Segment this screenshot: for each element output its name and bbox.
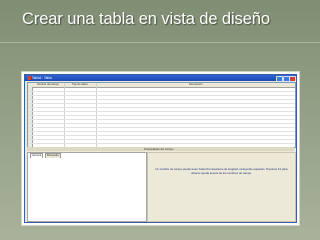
table-row[interactable] bbox=[28, 123, 295, 124]
table-row[interactable] bbox=[28, 107, 295, 108]
table-row[interactable] bbox=[28, 127, 295, 128]
screenshot-frame: Tabla1 : Tabla Nombre del campo Tipo de … bbox=[21, 71, 300, 226]
slide-title: Crear una tabla en vista de diseño bbox=[22, 10, 270, 28]
row-selector-column[interactable] bbox=[28, 87, 33, 147]
table-row[interactable] bbox=[28, 91, 295, 92]
table-row[interactable] bbox=[28, 99, 295, 100]
window-titlebar[interactable]: Tabla1 : Tabla bbox=[25, 75, 296, 82]
table-design-window: Tabla1 : Tabla Nombre del campo Tipo de … bbox=[24, 74, 297, 223]
field-grid[interactable]: Nombre del campo Tipo de datos Descripci… bbox=[27, 82, 296, 148]
window-title: Tabla1 : Tabla bbox=[32, 76, 52, 80]
column-header-description[interactable]: Descripción bbox=[189, 83, 203, 87]
table-row[interactable] bbox=[28, 143, 295, 144]
table-row[interactable] bbox=[28, 103, 295, 104]
table-icon bbox=[26, 76, 31, 80]
tab-lookup[interactable]: Búsqueda bbox=[45, 153, 61, 158]
field-properties-panel: General Búsqueda bbox=[27, 152, 147, 222]
help-text: Un nombre de campo puede tener hasta 64 … bbox=[155, 167, 288, 175]
title-divider bbox=[0, 42, 320, 43]
tab-general[interactable]: General bbox=[30, 153, 44, 158]
table-row[interactable] bbox=[28, 119, 295, 120]
table-row[interactable] bbox=[28, 139, 295, 140]
table-row[interactable] bbox=[28, 115, 295, 116]
field-properties-header: Propiedades del campo bbox=[27, 147, 294, 151]
field-properties-label: Propiedades del campo bbox=[144, 147, 174, 151]
column-header-data-type[interactable]: Tipo de datos bbox=[72, 83, 88, 87]
table-row[interactable] bbox=[28, 95, 295, 96]
table-row[interactable] bbox=[28, 131, 295, 132]
table-row[interactable] bbox=[28, 111, 295, 112]
column-header-field-name[interactable]: Nombre del campo bbox=[37, 83, 59, 87]
table-row[interactable] bbox=[28, 135, 295, 136]
grid-header: Nombre del campo Tipo de datos Descripci… bbox=[28, 83, 295, 88]
help-panel: Un nombre de campo puede tener hasta 64 … bbox=[147, 152, 296, 222]
